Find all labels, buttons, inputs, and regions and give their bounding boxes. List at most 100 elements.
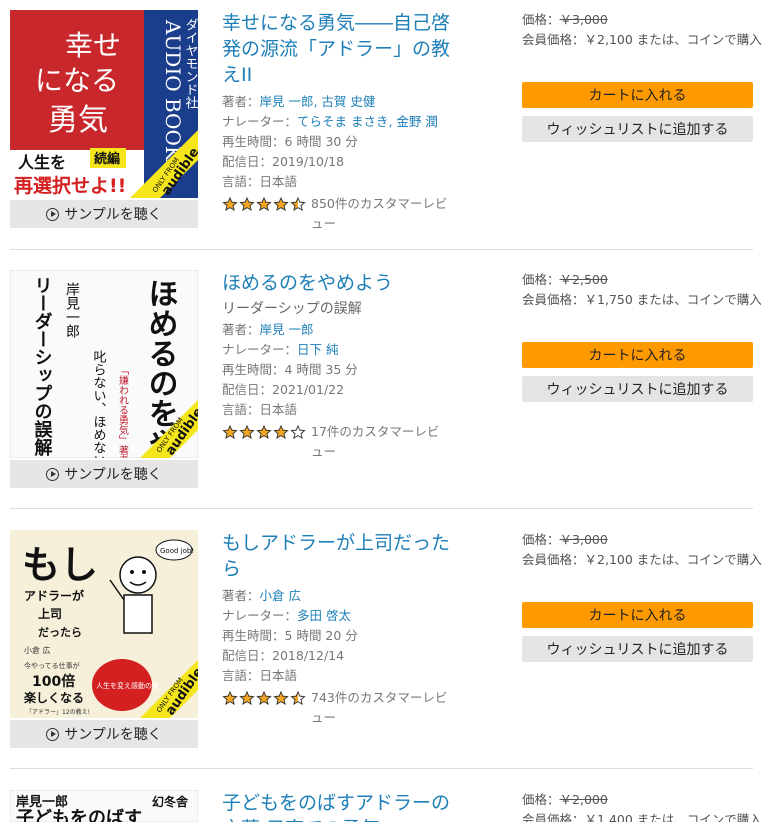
star-rating xyxy=(222,425,307,439)
star-rating xyxy=(222,197,307,211)
duration-line: 再生時間：5 時間 20 分 xyxy=(222,628,358,643)
star-full-icon xyxy=(273,197,289,211)
author-line: 著者：岸見 一郎, 古賀 史健 xyxy=(222,94,376,109)
add-to-wishlist-button[interactable]: ウィッシュリストに追加する xyxy=(522,116,753,142)
language-line: 言語：日本語 xyxy=(222,668,298,683)
add-to-cart-button[interactable]: カートに入れる xyxy=(522,82,753,108)
cover2-subtitle: リーダーシップの誤解 xyxy=(32,276,53,457)
star-full-icon xyxy=(256,425,272,439)
author-link[interactable]: 岸見 一郎 xyxy=(260,322,314,337)
divider xyxy=(10,768,753,769)
product-title-link[interactable]: もしアドラーが上司だったら xyxy=(222,530,462,582)
cover2-tagline: 叱らない、ほめない、カリスマはいらない xyxy=(91,350,107,458)
play-icon xyxy=(46,727,60,741)
cover3-line3: だったら xyxy=(38,626,82,639)
star-half-icon xyxy=(290,197,306,211)
price-block-3: 価格：￥3,000 会員価格：￥2,100 または、コインで購入 xyxy=(522,532,762,567)
cover1-title-1: 幸せ xyxy=(65,29,121,62)
star-full-icon xyxy=(239,691,255,705)
add-to-wishlist-button[interactable]: ウィッシュリストに追加する xyxy=(522,376,753,402)
add-to-wishlist-button[interactable]: ウィッシュリストに追加する xyxy=(522,636,753,662)
star-full-icon xyxy=(239,197,255,211)
sample-button-3[interactable]: サンプルを聴く xyxy=(10,720,198,748)
cover1-tag2: 再選択せよ!! xyxy=(14,175,126,197)
narrator-link[interactable]: てらそま まさき, 金野 潤 xyxy=(297,114,438,129)
cover3-bubble: Good job! xyxy=(160,547,194,555)
list-price: ￥3,000 xyxy=(559,532,608,547)
product-title-link[interactable]: 子どもをのばすアドラーの言葉 子育ての勇気 xyxy=(222,790,462,822)
product-info-2: ほめるのをやめよう リーダーシップの誤解 著者：岸見 一郎 ナレーター：日下 純… xyxy=(222,270,462,462)
member-price: ￥1,400 または、コインで購入 xyxy=(584,812,762,822)
cover-image-1[interactable]: 幸せ になる 勇気 ダイヤモンド社 AUDIO BOOK 人生を 再選択せよ!!… xyxy=(10,10,198,198)
cover1-badge: 続編 xyxy=(94,151,120,167)
review-count-link[interactable]: 17件のカスタマーレビュー xyxy=(311,422,451,462)
star-full-icon xyxy=(239,425,255,439)
member-price: ￥1,750 または、コインで購入 xyxy=(584,292,762,307)
list-price: ￥2,000 xyxy=(559,792,608,807)
product-title-link[interactable]: 幸せになる勇気――自己啓発の源流「アドラー」の教えII xyxy=(222,10,462,88)
star-full-icon xyxy=(273,425,289,439)
cover-image-4[interactable]: 岸見一郎 子どもをのばす 幻冬舎 xyxy=(10,790,198,822)
star-full-icon xyxy=(222,197,238,211)
star-full-icon xyxy=(222,691,238,705)
star-empty-icon xyxy=(290,425,306,439)
cover3-promo2: 100倍 xyxy=(32,673,75,690)
review-count-link[interactable]: 743件のカスタマーレビュー xyxy=(311,688,451,728)
play-icon xyxy=(46,467,60,481)
author-link[interactable]: 小倉 広 xyxy=(260,588,301,603)
star-full-icon xyxy=(256,197,272,211)
sample-label: サンプルを聴く xyxy=(64,727,162,743)
product-subtitle: リーダーシップの誤解 xyxy=(222,301,362,317)
cover3-line1: アドラーが xyxy=(24,588,84,603)
author-link[interactable]: 岸見 一郎, 古賀 史健 xyxy=(260,94,376,109)
author-line: 著者：岸見 一郎 xyxy=(222,322,314,337)
product-info-1: 幸せになる勇気――自己啓発の源流「アドラー」の教えII 著者：岸見 一郎, 古賀… xyxy=(222,10,462,234)
narrator-link[interactable]: 多田 啓太 xyxy=(297,608,351,623)
star-rating xyxy=(222,691,307,705)
duration-line: 再生時間：4 時間 35 分 xyxy=(222,362,358,377)
cover3-badge: 人生を変え感動の書 xyxy=(96,681,159,690)
cover1-tag1: 人生を xyxy=(18,153,66,172)
member-price: ￥2,100 または、コインで購入 xyxy=(584,32,762,47)
release-line: 配信日：2021/01/22 xyxy=(222,382,345,397)
cover1-title-3: 勇気 xyxy=(48,103,108,138)
star-full-icon xyxy=(256,691,272,705)
language-line: 言語：日本語 xyxy=(222,402,298,417)
cover3-promo3: 楽しくなる xyxy=(24,690,84,705)
cover-image-3[interactable]: もし アドラーが 上司 だったら 小倉 広 Good job! 今やってる仕事が… xyxy=(10,530,198,718)
price-block-2: 価格：￥2,500 会員価格：￥1,750 または、コインで購入 xyxy=(522,272,762,307)
add-to-cart-button[interactable]: カートに入れる xyxy=(522,342,753,368)
author-line: 著者：小倉 広 xyxy=(222,588,301,603)
rating: 17件のカスタマーレビュー xyxy=(222,422,462,462)
language-line: 言語：日本語 xyxy=(222,174,298,189)
rating: 850件のカスタマーレビュー xyxy=(222,194,462,234)
duration-line: 再生時間：6 時間 30 分 xyxy=(222,134,358,149)
cover3-line2: 上司 xyxy=(38,606,62,621)
divider xyxy=(10,249,753,250)
cover4-title: 子どもをのばす xyxy=(16,808,142,822)
sample-label: サンプルを聴く xyxy=(64,467,162,483)
product-title-link[interactable]: ほめるのをやめよう xyxy=(222,270,462,296)
narrator-line: ナレーター：日下 純 xyxy=(222,342,339,357)
rating: 743件のカスタマーレビュー xyxy=(222,688,462,728)
cover4-publisher: 幻冬舎 xyxy=(152,794,189,809)
product-info-3: もしアドラーが上司だったら 著者：小倉 広 ナレーター：多田 啓太 再生時間：5… xyxy=(222,530,462,728)
cover3-promo4: 「アドラー」12の教え! xyxy=(26,708,90,716)
star-full-icon xyxy=(273,691,289,705)
cover1-series: AUDIO BOOK xyxy=(161,19,185,162)
review-count-link[interactable]: 850件のカスタマーレビュー xyxy=(311,194,451,234)
narrator-line: ナレーター：多田 啓太 xyxy=(222,608,351,623)
sample-button-2[interactable]: サンプルを聴く xyxy=(10,460,198,488)
sample-button-1[interactable]: サンプルを聴く xyxy=(10,200,198,228)
cover-image-2[interactable]: ほめるのをやめよう リーダーシップの誤解 岸見一郎 叱らない、ほめない、カリスマ… xyxy=(10,270,198,458)
add-to-cart-button[interactable]: カートに入れる xyxy=(522,602,753,628)
cover3-promo1: 今やってる仕事が xyxy=(24,661,80,670)
cover1-title-2: になる xyxy=(35,64,119,97)
sample-label: サンプルを聴く xyxy=(64,207,162,223)
member-price: ￥2,100 または、コインで購入 xyxy=(584,552,762,567)
list-price: ￥3,000 xyxy=(559,12,608,27)
narrator-link[interactable]: 日下 純 xyxy=(297,342,338,357)
product-info-4: 子どもをのばすアドラーの言葉 子育ての勇気 xyxy=(222,790,462,822)
release-line: 配信日：2018/12/14 xyxy=(222,648,345,663)
cover2-note: 「嫌われる勇気」著者、初のリーダー論 xyxy=(117,365,129,458)
